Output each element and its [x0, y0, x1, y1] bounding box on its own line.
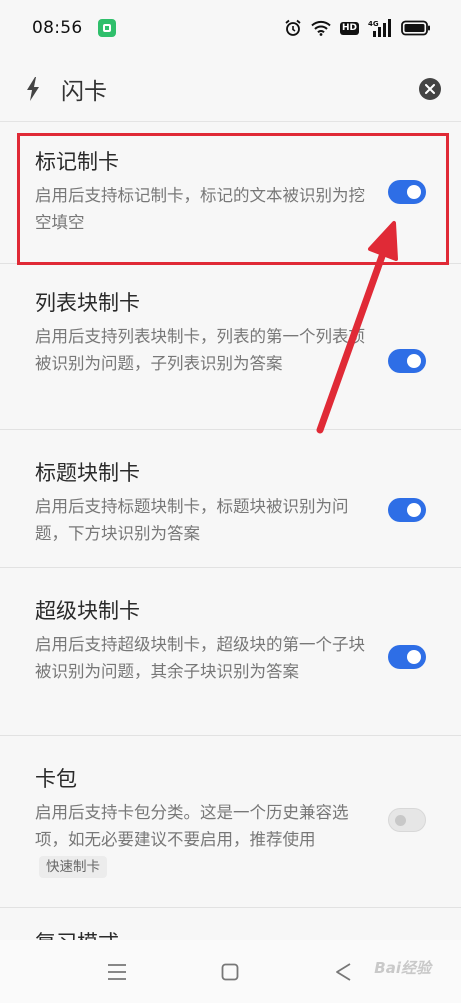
super-block-card-toggle[interactable]	[388, 645, 426, 669]
close-icon[interactable]	[419, 77, 441, 100]
watermark: Bai经验	[374, 959, 431, 977]
back-icon[interactable]	[324, 952, 364, 992]
menu-icon[interactable]	[97, 952, 137, 992]
setting-title: 超级块制卡	[35, 599, 140, 623]
annotation-arrow	[316, 221, 398, 434]
deck-toggle[interactable]	[388, 808, 426, 832]
setting-description: 启用后支持标题块制卡，标题块被识别为问题，下方块识别为答案	[35, 497, 349, 543]
setting-title: 标题块制卡	[35, 461, 140, 485]
signal-icon: 4G	[368, 19, 391, 37]
home-icon[interactable]	[210, 952, 250, 992]
status-time: 08:56	[32, 18, 83, 38]
setting-description-text: 启用后支持卡包分类。这是一个历史兼容选项，如无必要建议不要启用，推荐使用	[35, 803, 349, 849]
setting-deck: 卡包 启用后支持卡包分类。这是一个历史兼容选项，如无必要建议不要启用，推荐使用快…	[0, 736, 461, 908]
setting-super-block-card: 超级块制卡 启用后支持超级块制卡，超级块的第一个子块被识别为问题，其余子块识别为…	[0, 568, 461, 736]
page-title: 闪卡	[61, 78, 107, 105]
svg-text:4G: 4G	[368, 20, 379, 28]
bolt-icon	[22, 75, 44, 103]
quick-card-tag: 快速制卡	[39, 856, 107, 878]
app-header: 闪卡	[0, 56, 461, 122]
hd-badge: HD	[339, 21, 359, 35]
app-notification-icon	[97, 19, 116, 37]
setting-description: 启用后支持超级块制卡，超级块的第一个子块被识别为问题，其余子块识别为答案	[35, 635, 365, 681]
alarm-icon	[285, 19, 301, 36]
setting-title: 卡包	[35, 767, 77, 791]
battery-icon	[401, 20, 430, 36]
status-bar: 08:56 HD 4G	[0, 0, 461, 56]
setting-description: 启用后支持卡包分类。这是一个历史兼容选项，如无必要建议不要启用，推荐使用快速制卡	[35, 799, 371, 880]
wifi-icon	[311, 20, 331, 36]
status-icons: HD 4G	[284, 19, 431, 37]
heading-block-card-toggle[interactable]	[388, 498, 426, 522]
setting-heading-block-card: 标题块制卡 启用后支持标题块制卡，标题块被识别为问题，下方块识别为答案	[0, 430, 461, 568]
